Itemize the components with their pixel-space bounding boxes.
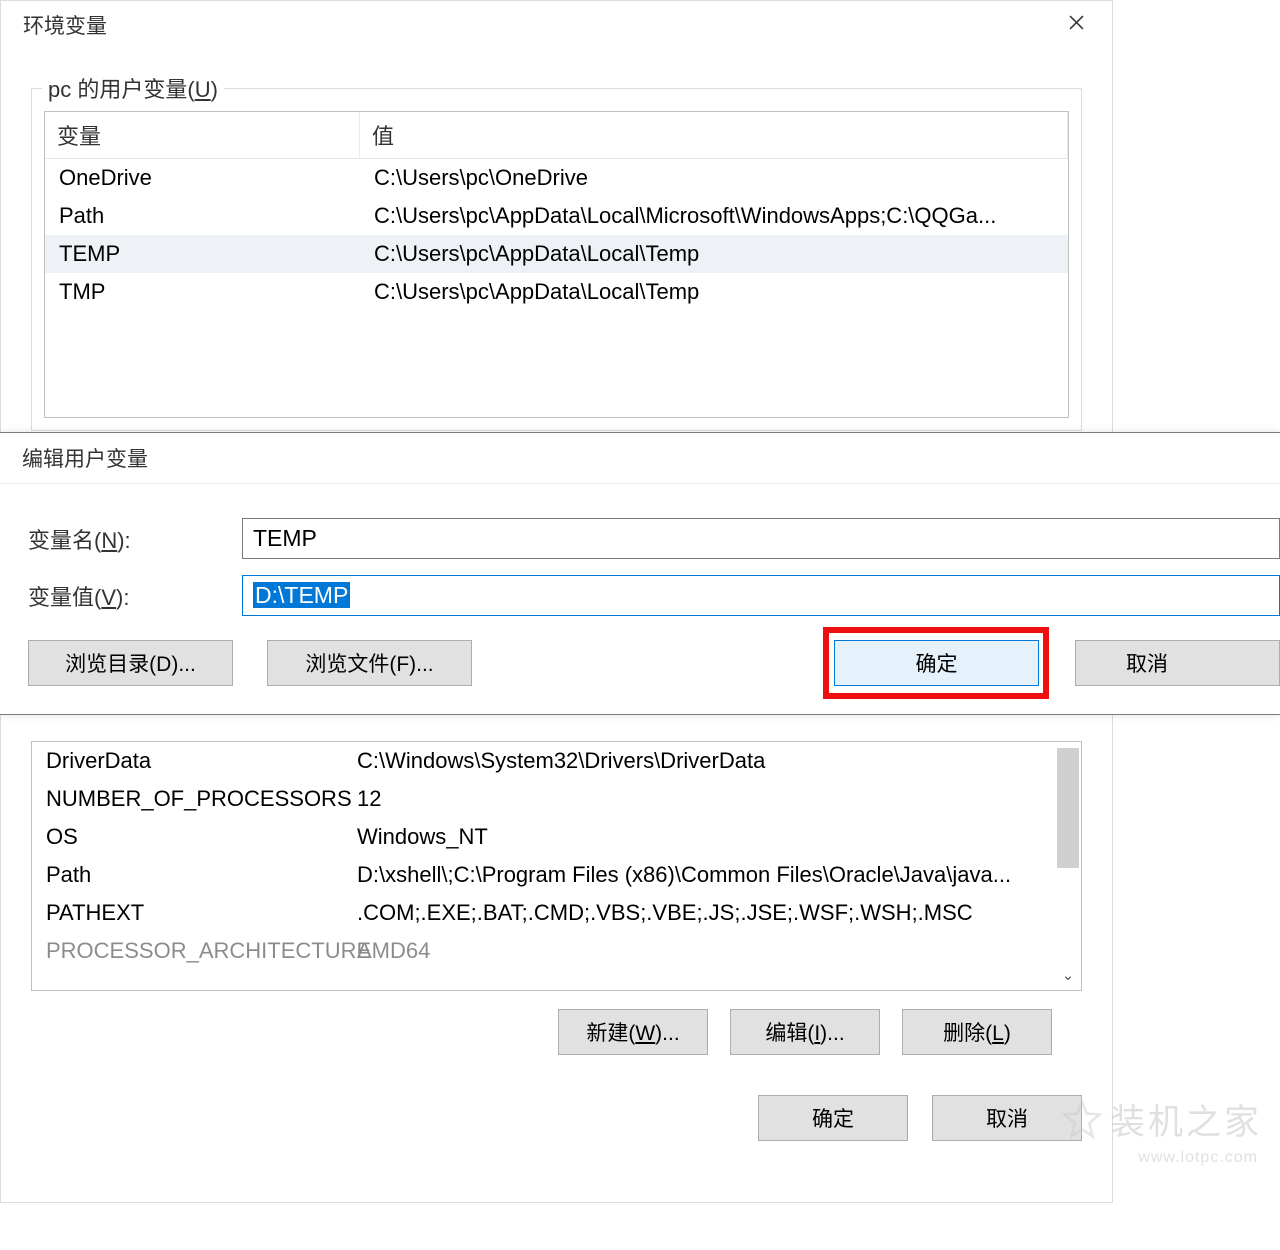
- variable-name-label: 变量名(N):: [28, 523, 242, 555]
- chevron-down-icon[interactable]: ⌄: [1057, 964, 1079, 988]
- edit-sys-button[interactable]: 编辑(I)...: [730, 1009, 880, 1055]
- window-title: 环境变量: [23, 10, 107, 40]
- browse-directory-button[interactable]: 浏览目录(D)...: [28, 640, 233, 686]
- user-vars-group: pc 的用户变量(U) 变量 值 OneDrive C:\Users\pc\On…: [31, 88, 1082, 431]
- table-row[interactable]: OS Windows_NT: [32, 818, 1081, 856]
- table-row[interactable]: TEMP C:\Users\pc\AppData\Local\Temp: [45, 235, 1068, 273]
- scrollbar-thumb[interactable]: [1057, 748, 1079, 868]
- variable-value-label: 变量值(V):: [28, 580, 242, 612]
- col-header-value[interactable]: 值: [360, 112, 1068, 158]
- list-header: 变量 值: [45, 112, 1068, 159]
- table-row[interactable]: PATHEXT .COM;.EXE;.BAT;.CMD;.VBS;.VBE;.J…: [32, 894, 1081, 932]
- system-vars-section: DriverData C:\Windows\System32\Drivers\D…: [31, 741, 1082, 1055]
- edit-dialog-title: 编辑用户变量: [22, 443, 148, 473]
- table-row[interactable]: Path C:\Users\pc\AppData\Local\Microsoft…: [45, 197, 1068, 235]
- table-row[interactable]: NUMBER_OF_PROCESSORS 12: [32, 780, 1081, 818]
- col-header-variable[interactable]: 变量: [45, 112, 360, 158]
- user-vars-legend: pc 的用户变量(U): [42, 72, 224, 104]
- close-icon[interactable]: [1057, 9, 1096, 40]
- table-row[interactable]: OneDrive C:\Users\pc\OneDrive: [45, 159, 1068, 197]
- table-row[interactable]: Path D:\xshell\;C:\Program Files (x86)\C…: [32, 856, 1081, 894]
- browse-file-button[interactable]: 浏览文件(F)...: [267, 640, 472, 686]
- edit-dialog-title-bar: 编辑用户变量: [0, 433, 1280, 484]
- variable-value-field[interactable]: D:\TEMP: [242, 575, 1280, 616]
- table-row[interactable]: PROCESSOR_ARCHITECTURE AMD64: [32, 932, 1081, 970]
- main-ok-button[interactable]: 确定: [758, 1095, 908, 1141]
- variable-name-field[interactable]: [242, 518, 1280, 559]
- edit-variable-dialog: 编辑用户变量 变量名(N): 变量值(V): D:\TEMP 浏览目录(D)..…: [0, 432, 1280, 715]
- table-row[interactable]: DriverData C:\Windows\System32\Drivers\D…: [32, 742, 1081, 780]
- system-vars-list[interactable]: DriverData C:\Windows\System32\Drivers\D…: [31, 741, 1082, 991]
- title-bar: 环境变量: [1, 1, 1112, 48]
- edit-cancel-button[interactable]: 取消: [1075, 640, 1280, 686]
- user-vars-list[interactable]: 变量 值 OneDrive C:\Users\pc\OneDrive Path …: [44, 111, 1069, 418]
- edit-ok-button[interactable]: 确定: [834, 640, 1039, 686]
- table-row[interactable]: TMP C:\Users\pc\AppData\Local\Temp: [45, 273, 1068, 311]
- new-sys-button[interactable]: 新建(W)...: [558, 1009, 708, 1055]
- delete-sys-button[interactable]: 删除(L): [902, 1009, 1052, 1055]
- main-cancel-button[interactable]: 取消: [932, 1095, 1082, 1141]
